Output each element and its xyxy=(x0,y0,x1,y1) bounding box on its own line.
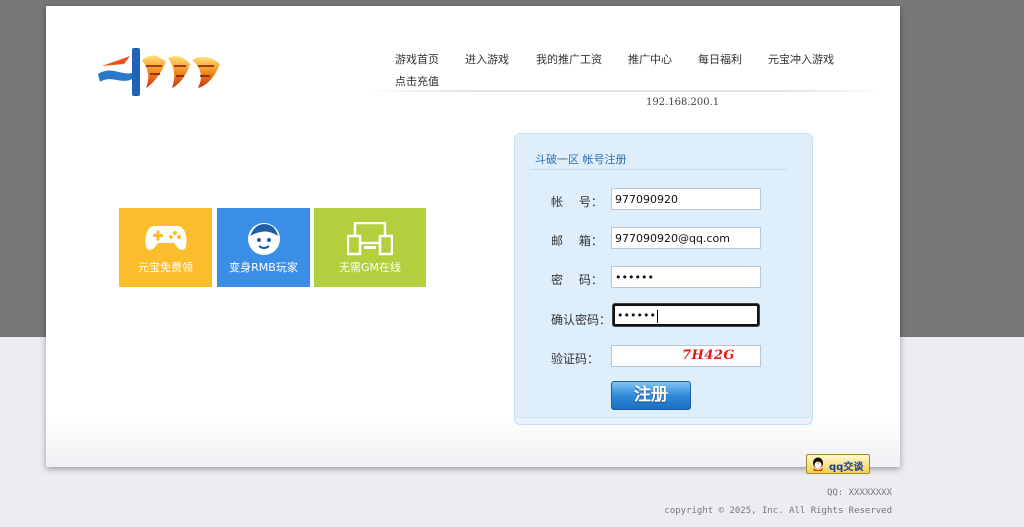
account-input[interactable]: 977090920 xyxy=(611,188,761,210)
register-title: 斗破一区 帐号注册 xyxy=(535,153,627,166)
password-label: 密 码： xyxy=(551,273,603,287)
devices-icon xyxy=(347,222,393,256)
captcha-image[interactable]: 7H42G xyxy=(611,345,761,367)
nav-divider xyxy=(366,90,886,92)
qq-chat-button[interactable]: qq交谈 xyxy=(806,454,870,474)
tile-free-ingots[interactable]: 元宝免费领 xyxy=(119,208,212,287)
email-input[interactable]: 977090920@qq.com xyxy=(611,227,761,249)
nav-item-daily-bonus[interactable]: 每日福利 xyxy=(698,51,742,67)
nav-item-home[interactable]: 游戏首页 xyxy=(395,51,439,67)
account-label: 帐 号： xyxy=(551,195,603,209)
email-label: 邮 箱： xyxy=(551,234,603,248)
register-form-footer xyxy=(515,417,812,424)
captcha-label: 验证码： xyxy=(551,352,600,366)
gamepad-icon xyxy=(144,226,187,250)
face-icon xyxy=(247,223,280,255)
nav-item-enter-game[interactable]: 进入游戏 xyxy=(465,51,509,67)
qq-chat-label: qq交谈 xyxy=(829,462,864,473)
tile-no-gm-online-label: 无需GM在线 xyxy=(338,261,401,274)
tile-free-ingots-label: 元宝免费领 xyxy=(138,261,193,274)
nav-item-promotion-center[interactable]: 推广中心 xyxy=(628,51,672,67)
tile-become-rmb-player[interactable]: 变身RMB玩家 xyxy=(217,208,310,287)
confirm-password-input[interactable]: •••••• xyxy=(613,304,759,326)
confirm-password-label: 确认密码： xyxy=(551,313,612,327)
footer-qq: QQ: XXXXXXXX xyxy=(826,488,892,498)
nav-item-ingot-topup[interactable]: 元宝冲入游戏 xyxy=(768,51,834,67)
text-caret xyxy=(656,309,658,323)
password-input[interactable]: •••••• xyxy=(611,266,761,288)
confirm-password-value: •••••• xyxy=(617,309,656,322)
main-panel: 游戏首页 进入游戏 我的推广工资 推广中心 每日福利 元宝冲入游戏 点击充值 1… xyxy=(46,6,900,467)
tile-no-gm-online[interactable]: 无需GM在线 xyxy=(314,208,426,287)
qq-penguin-icon xyxy=(813,457,823,471)
register-title-divider xyxy=(530,169,788,170)
nav-item-promotion-salary[interactable]: 我的推广工资 xyxy=(536,51,602,67)
server-ip: 192.168.200.1 xyxy=(646,97,720,108)
tile-become-rmb-player-label: 变身RMB玩家 xyxy=(229,261,298,274)
register-form: 斗破一区 帐号注册 帐 号： 977090920 邮 箱： 977090920@… xyxy=(514,133,813,425)
footer-copyright: copyright © 2025, Inc. All Rights Reserv… xyxy=(664,506,892,516)
captcha-text: 7H42G xyxy=(682,348,736,363)
nav-item-recharge[interactable]: 点击充值 xyxy=(395,73,439,89)
game-logo[interactable] xyxy=(94,44,226,100)
register-button[interactable]: 注册 xyxy=(611,381,691,410)
